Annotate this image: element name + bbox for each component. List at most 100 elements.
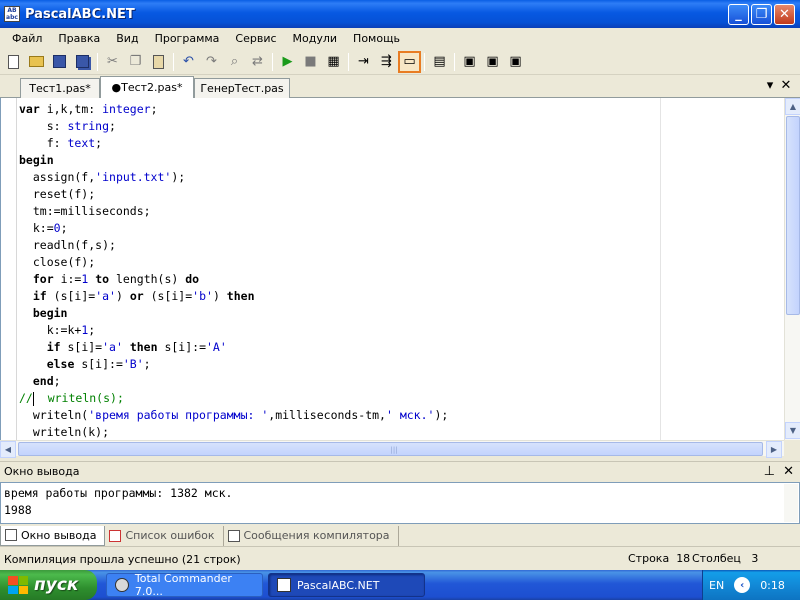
scroll-thumb[interactable] [786,116,800,315]
close-panel-icon[interactable]: ✕ [783,464,794,479]
code-line[interactable]: if s[i]='a' then s[i]:='A' [19,339,448,356]
windows-logo-icon [8,576,28,594]
paste-icon[interactable] [147,51,170,73]
form-icon[interactable]: ▤ [428,51,451,73]
code-editor[interactable]: var i,k,tm: integer; s: string; f: text;… [0,98,784,440]
tab-label: Окно вывода [21,528,97,542]
run-icon[interactable]: ▶ [276,51,299,73]
tab-label: ГенерТест.pas [200,82,284,95]
minimize-button[interactable]: _ [728,4,749,25]
cursor-row: Строка 18 [628,552,690,565]
tray-arrow-icon[interactable]: ‹ [734,577,751,593]
editor-vertical-scrollbar[interactable]: ▲ ▼ [784,98,800,440]
code-line[interactable]: for i:=1 to length(s) do [19,271,448,288]
code-line[interactable]: k:=0; [19,220,448,237]
menu-edit[interactable]: Правка [50,32,108,45]
close-tab-icon[interactable]: ✕ [779,78,793,93]
output-line: 1988 [4,503,32,517]
bottom-panel-tabs: Окно вывода Список ошибок Сообщения комп… [0,525,800,547]
editor-horizontal-scrollbar[interactable]: ◀ ||| ▶ [0,440,784,458]
taskbar-pascalabc[interactable]: PascalABC.NET [268,573,425,597]
code-line[interactable]: if (s[i]='a') or (s[i]='b') then [19,288,448,305]
code-line[interactable]: reset(f); [19,186,448,203]
output-scrollbar[interactable] [784,484,798,522]
open-folder-icon[interactable] [25,51,48,73]
find-icon[interactable]: ⌕ [223,51,246,73]
toolbar-separator [348,52,349,71]
status-message: Компиляция прошла успешно (21 строк) [4,552,241,566]
tab-output-window[interactable]: Окно вывода [0,525,106,546]
output-panel-title: Окно вывода [4,465,80,478]
module3-icon[interactable]: ▣ [504,51,527,73]
code-line[interactable]: var i,k,tm: integer; [19,101,448,118]
cut-icon[interactable]: ✂ [101,51,124,73]
code-line[interactable]: readln(f,s); [19,237,448,254]
code-line[interactable]: s: string; [19,118,448,135]
save-icon[interactable] [48,51,71,73]
tab-test2[interactable]: ●Тест2.pas* [100,76,194,98]
undo-icon[interactable]: ↶ [177,51,200,73]
output-panel-header: Окно вывода ⊥ ✕ [0,461,800,481]
module-icon[interactable]: ▣ [458,51,481,73]
code-line[interactable]: // writeln(s); [19,390,448,407]
redo-icon[interactable]: ↷ [200,51,223,73]
code-line[interactable]: k:=k+1; [19,322,448,339]
language-indicator[interactable]: EN [709,579,724,592]
menu-view[interactable]: Вид [108,32,146,45]
scroll-left-icon[interactable]: ◀ [0,441,16,458]
menu-help[interactable]: Помощь [345,32,408,45]
code-line[interactable]: close(f); [19,254,448,271]
replace-icon[interactable]: ⇄ [246,51,269,73]
scroll-thumb[interactable]: ||| [18,442,763,456]
compile-icon[interactable]: ▦ [322,51,345,73]
scroll-down-icon[interactable]: ▼ [785,422,800,439]
copy-icon[interactable]: ❐ [124,51,147,73]
col-value: 3 [751,552,759,565]
code-line[interactable]: tm:=milliseconds; [19,203,448,220]
maximize-button[interactable]: ❐ [751,4,772,25]
error-list-icon [109,529,122,542]
code-line[interactable]: assign(f,'input.txt'); [19,169,448,186]
scroll-up-icon[interactable]: ▲ [785,98,800,115]
new-file-icon[interactable] [2,51,25,73]
save-all-icon[interactable] [71,51,94,73]
menu-program[interactable]: Программа [147,32,228,45]
stop-icon[interactable]: ■ [299,51,322,73]
code-line[interactable]: end; [19,373,448,390]
tab-genertest[interactable]: ГенерТест.pas [194,78,290,98]
close-button[interactable]: ✕ [774,4,795,25]
system-tray: EN ‹ 0:18 [702,570,800,600]
menu-modules[interactable]: Модули [285,32,346,45]
status-bar: Компиляция прошла успешно (21 строк) Стр… [0,548,800,570]
module2-icon[interactable]: ▣ [481,51,504,73]
tab-test1[interactable]: Тест1.pas* [20,78,100,98]
code-line[interactable]: begin [19,152,448,169]
code-lines: var i,k,tm: integer; s: string; f: text;… [19,101,448,440]
menu-file[interactable]: Файл [4,32,50,45]
start-button[interactable]: пуск [0,570,97,600]
scroll-right-icon[interactable]: ▶ [766,441,782,458]
tab-compiler-messages[interactable]: Сообщения компилятора [224,525,399,546]
output-line: время работы программы: 1382 мск. [4,486,233,500]
code-line[interactable]: writeln('время работы программы: ',milli… [19,407,448,424]
app-logo-icon: AB abc [4,6,20,22]
output-window-icon [5,529,17,541]
code-line[interactable]: begin [19,305,448,322]
title-bar[interactable]: AB abc PascalABC.NET _ ❐ ✕ [0,0,800,28]
pin-icon[interactable]: ⊥ [764,464,775,479]
toolbar-separator [454,52,455,71]
debug-icon[interactable]: ⇶ [375,51,398,73]
output-window[interactable]: время работы программы: 1382 мск. 1988 [0,482,800,524]
toolbar-separator [173,52,174,71]
tab-error-list[interactable]: Список ошибок [105,525,224,546]
menu-service[interactable]: Сервис [227,32,284,45]
code-line[interactable]: else s[i]:='B'; [19,356,448,373]
editor-tab-bar: Тест1.pas* ●Тест2.pas* ГенерТест.pas ▾ ✕ [0,76,800,98]
code-line[interactable]: writeln(k); [19,424,448,440]
output-window-icon[interactable]: ▭ [398,50,421,73]
taskbar-total-commander[interactable]: Total Commander 7.0... [106,572,263,598]
row-label: Строка [628,552,670,565]
code-line[interactable]: f: text; [19,135,448,152]
step-icon[interactable]: ⇥ [352,51,375,73]
tabs-dropdown-icon[interactable]: ▾ [763,78,777,93]
